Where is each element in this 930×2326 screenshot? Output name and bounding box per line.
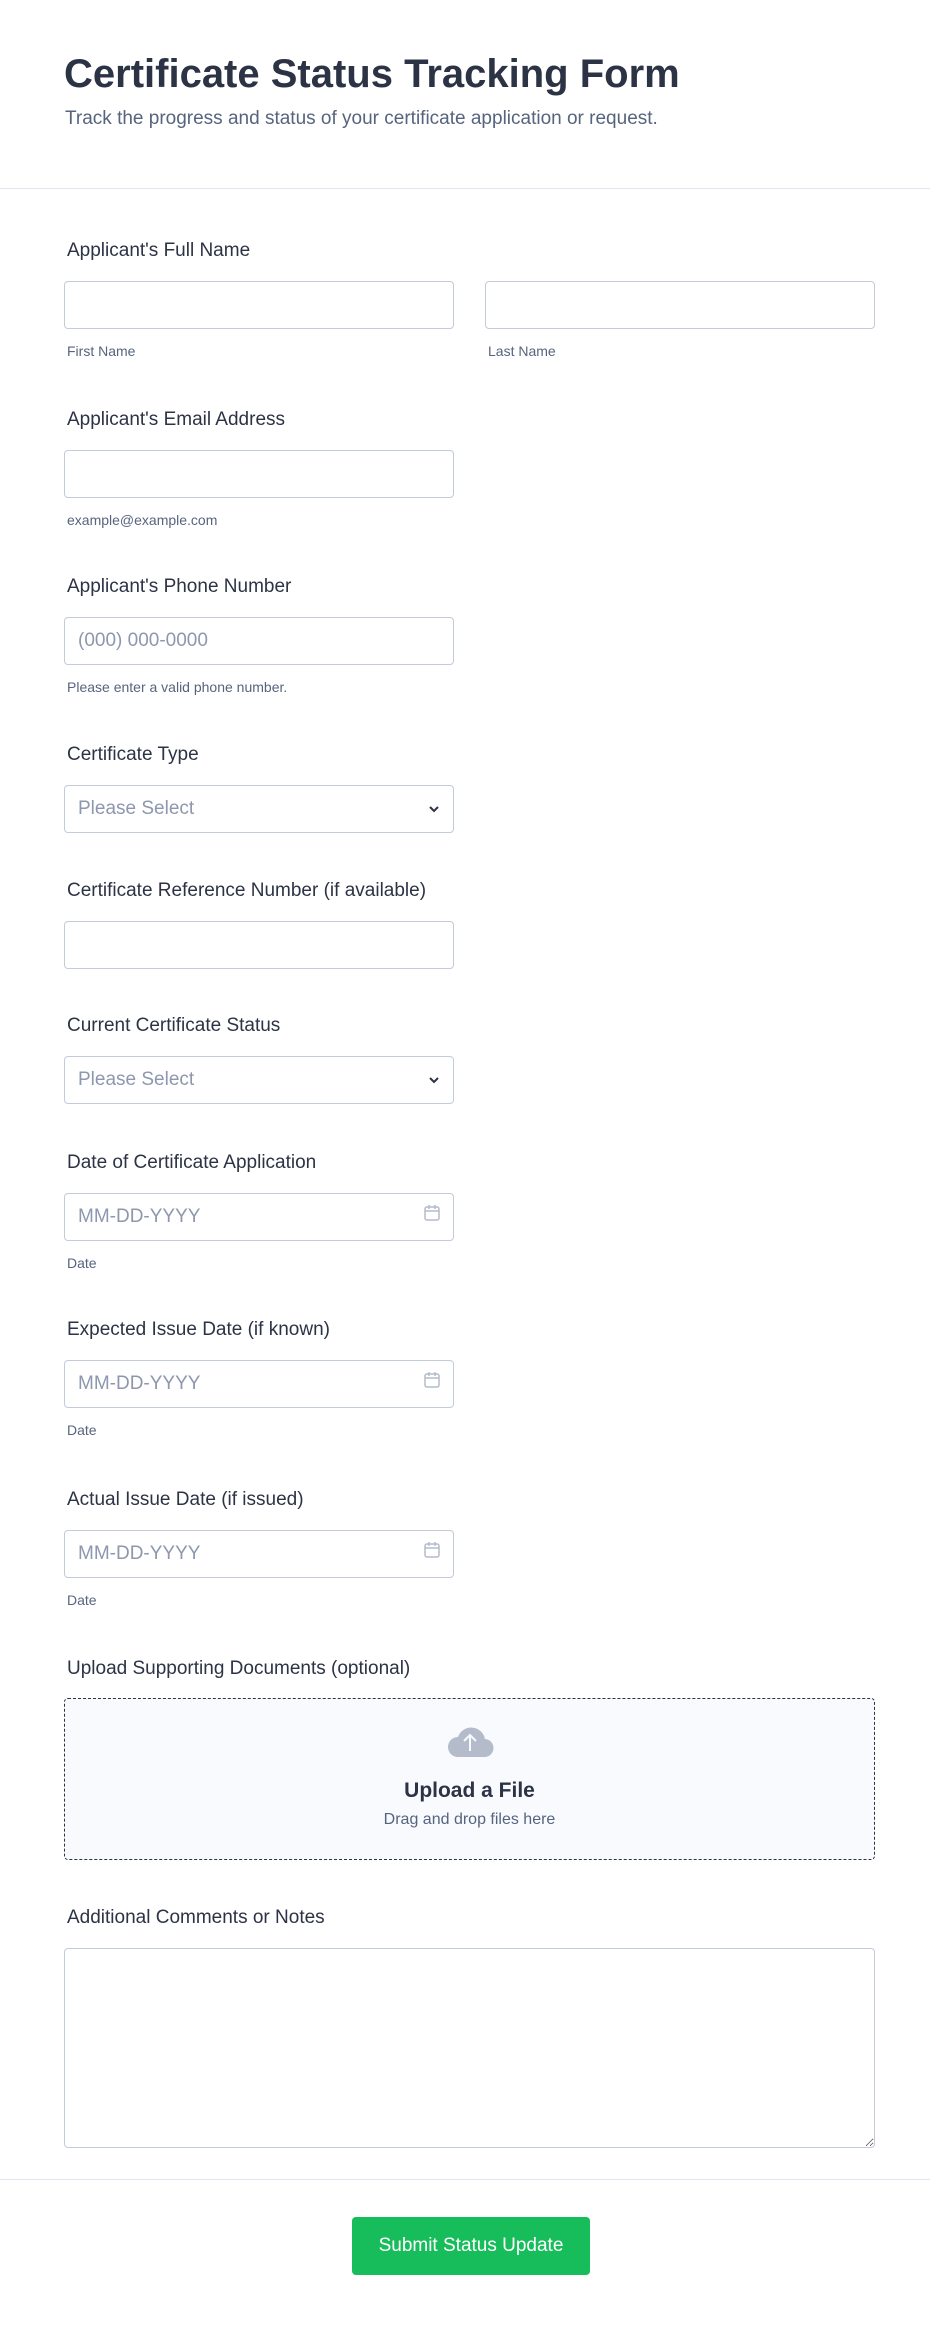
application-date-sublabel: Date xyxy=(67,1255,97,1271)
comments-textarea[interactable] xyxy=(64,1948,875,2148)
phone-label: Applicant's Phone Number xyxy=(67,576,292,597)
file-dropzone[interactable]: Upload a File Drag and drop files here xyxy=(64,1698,875,1860)
phone-placeholder: (000) 000-0000 xyxy=(78,630,208,651)
certificate-type-select[interactable]: Please Select xyxy=(64,785,454,833)
form-title: Certificate Status Tracking Form xyxy=(64,52,680,96)
upload-title: Upload a File xyxy=(404,1779,535,1802)
expected-date-input[interactable]: MM-DD-YYYY xyxy=(64,1360,454,1408)
upload-label: Upload Supporting Documents (optional) xyxy=(67,1658,411,1679)
status-select[interactable]: Please Select xyxy=(64,1056,454,1104)
first-name-sublabel: First Name xyxy=(67,343,136,359)
last-name-sublabel: Last Name xyxy=(488,343,556,359)
cloud-upload-icon xyxy=(446,1723,494,1764)
calendar-icon[interactable] xyxy=(423,1194,441,1240)
application-date-input[interactable]: MM-DD-YYYY xyxy=(64,1193,454,1241)
email-input[interactable] xyxy=(64,450,454,498)
phone-input[interactable]: (000) 000-0000 xyxy=(64,617,454,665)
footer-divider xyxy=(0,2179,930,2180)
status-value: Please Select xyxy=(78,1069,195,1090)
expected-date-label: Expected Issue Date (if known) xyxy=(67,1319,330,1340)
first-name-input[interactable] xyxy=(64,281,454,329)
application-date-label: Date of Certificate Application xyxy=(67,1152,317,1173)
expected-date-sublabel: Date xyxy=(67,1422,97,1438)
chevron-down-icon xyxy=(427,786,441,832)
email-sublabel: example@example.com xyxy=(67,512,218,528)
calendar-icon[interactable] xyxy=(423,1361,441,1407)
calendar-icon[interactable] xyxy=(423,1531,441,1577)
certificate-type-value: Please Select xyxy=(78,798,195,819)
submit-button[interactable]: Submit Status Update xyxy=(352,2217,590,2275)
certificate-type-label: Certificate Type xyxy=(67,744,199,765)
reference-input[interactable] xyxy=(64,921,454,969)
status-label: Current Certificate Status xyxy=(67,1015,281,1036)
full-name-label: Applicant's Full Name xyxy=(67,240,251,261)
date-placeholder: MM-DD-YYYY xyxy=(78,1373,201,1394)
phone-sublabel: Please enter a valid phone number. xyxy=(67,679,288,695)
actual-date-sublabel: Date xyxy=(67,1592,97,1608)
chevron-down-icon xyxy=(427,1057,441,1103)
last-name-input[interactable] xyxy=(485,281,875,329)
upload-subtitle: Drag and drop files here xyxy=(383,1811,556,1828)
actual-date-label: Actual Issue Date (if issued) xyxy=(67,1489,304,1510)
date-placeholder: MM-DD-YYYY xyxy=(78,1206,201,1227)
header-divider xyxy=(0,188,930,189)
email-label: Applicant's Email Address xyxy=(67,409,286,430)
date-placeholder: MM-DD-YYYY xyxy=(78,1543,201,1564)
form-subtitle: Track the progress and status of your ce… xyxy=(65,108,658,129)
actual-date-input[interactable]: MM-DD-YYYY xyxy=(64,1530,454,1578)
reference-label: Certificate Reference Number (if availab… xyxy=(67,880,427,901)
comments-label: Additional Comments or Notes xyxy=(67,1907,325,1928)
